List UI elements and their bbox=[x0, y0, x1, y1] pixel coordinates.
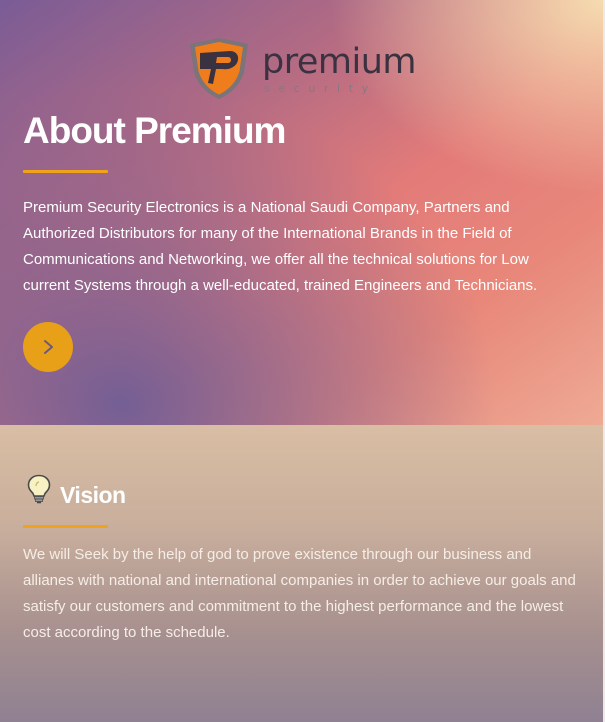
premium-security-logo[interactable]: premium security bbox=[186, 36, 416, 100]
shield-logo-icon bbox=[190, 38, 248, 99]
logo-subtext: security bbox=[264, 82, 377, 95]
vision-title: Vision bbox=[60, 482, 126, 508]
chevron-right-icon bbox=[44, 340, 53, 354]
vision-description: We will Seek by the help of god to prove… bbox=[23, 546, 576, 641]
logo-wordmark: premium bbox=[262, 42, 416, 82]
vision-title-underline bbox=[23, 525, 108, 528]
lightbulb-icon bbox=[27, 474, 51, 504]
about-title: About Premium bbox=[23, 110, 286, 151]
about-description: Premium Security Electronics is a Nation… bbox=[23, 199, 538, 294]
about-title-underline bbox=[23, 170, 108, 173]
read-more-button[interactable] bbox=[23, 322, 73, 372]
